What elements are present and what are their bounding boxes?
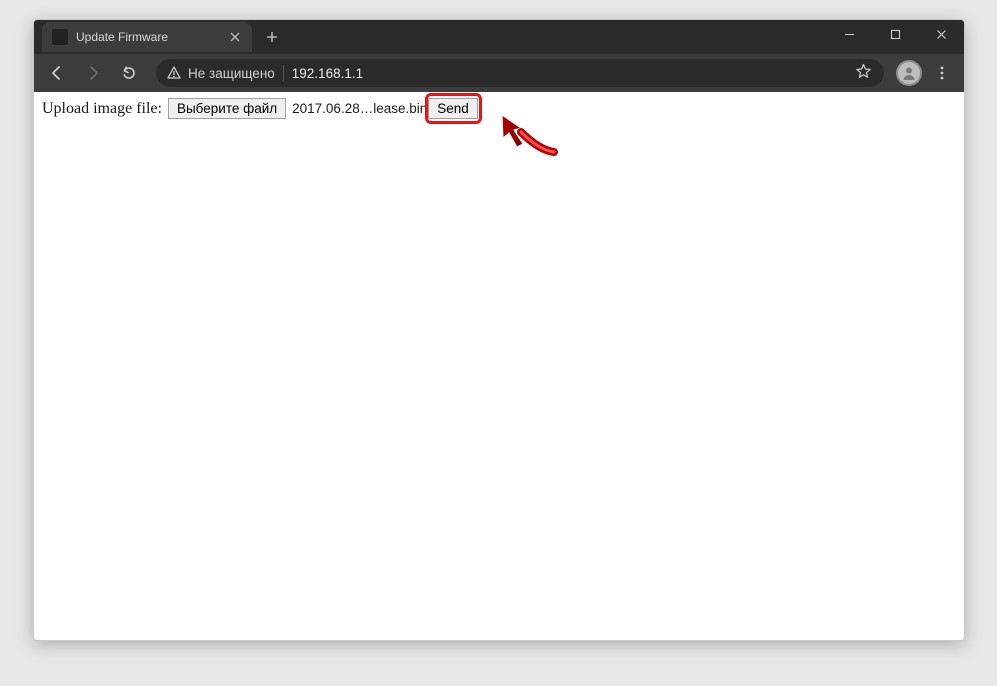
tab-title: Update Firmware xyxy=(76,30,220,44)
forward-button[interactable] xyxy=(78,58,108,88)
annotation-highlight: Send xyxy=(431,98,478,119)
maximize-button[interactable] xyxy=(872,20,918,49)
separator xyxy=(283,65,284,81)
minimize-button[interactable] xyxy=(826,20,872,49)
close-button[interactable] xyxy=(918,20,964,49)
avatar-icon xyxy=(898,62,920,84)
choose-file-button[interactable]: Выберите файл xyxy=(168,98,286,119)
titlebar: Update Firmware xyxy=(34,20,964,54)
security-indicator[interactable]: Не защищено xyxy=(166,65,275,81)
upload-label: Upload image file: xyxy=(42,100,162,118)
address-bar[interactable]: Не защищено 192.168.1.1 xyxy=(156,59,884,87)
new-tab-button[interactable] xyxy=(258,23,286,51)
tab-active[interactable]: Update Firmware xyxy=(42,22,252,52)
url-text: 192.168.1.1 xyxy=(292,66,847,81)
tab-favicon xyxy=(52,29,68,45)
menu-button[interactable] xyxy=(928,59,956,87)
warning-icon xyxy=(166,65,182,81)
bookmark-icon[interactable] xyxy=(855,63,872,83)
send-button[interactable]: Send xyxy=(428,98,478,119)
browser-window: Update Firmware xyxy=(33,19,965,641)
window-controls xyxy=(826,20,964,49)
page-content: Upload image file: Выберите файл 2017.06… xyxy=(34,92,964,640)
upload-form: Upload image file: Выберите файл 2017.06… xyxy=(42,98,956,119)
reload-button[interactable] xyxy=(114,58,144,88)
toolbar: Не защищено 192.168.1.1 xyxy=(34,54,964,92)
tab-close-icon[interactable] xyxy=(228,30,242,44)
tabs-row: Update Firmware xyxy=(42,20,286,54)
not-secure-label: Не защищено xyxy=(188,66,275,81)
back-button[interactable] xyxy=(42,58,72,88)
profile-avatar[interactable] xyxy=(896,60,922,86)
selected-file-name: 2017.06.28…lease.bin xyxy=(292,101,427,116)
